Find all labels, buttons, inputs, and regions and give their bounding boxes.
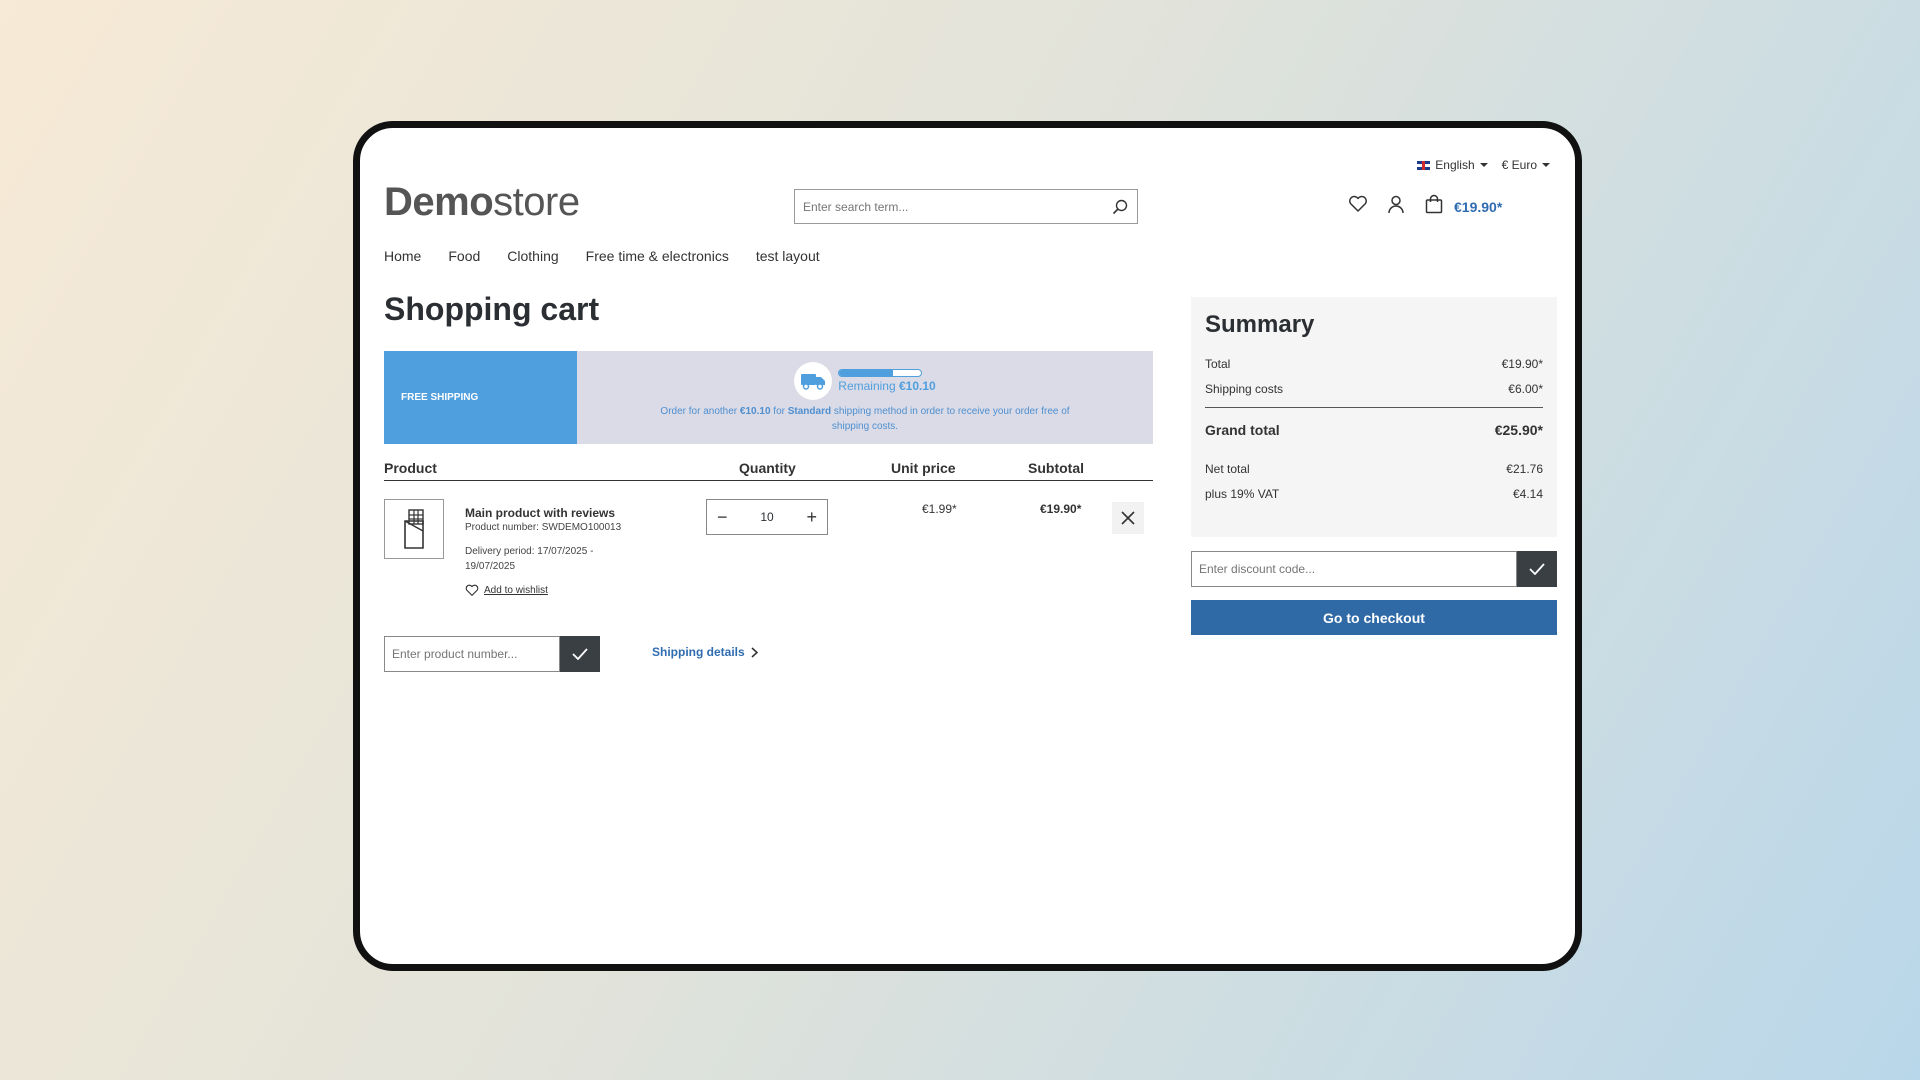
free-shipping-banner: FREE SHIPPING Remaining €10.10 Order for… [384, 351, 1153, 444]
search-button[interactable] [1103, 199, 1137, 215]
store-page: English € Euro Demostore €19.90* Home Fo… [360, 128, 1575, 964]
quantity-stepper: − 10 + [706, 499, 828, 535]
col-subtotal: Subtotal [1028, 460, 1084, 476]
col-product: Product [384, 460, 437, 476]
nav-item-food[interactable]: Food [448, 248, 480, 264]
increase-quantity-button[interactable]: + [806, 507, 817, 528]
summary-row-total: Total €19.90* [1205, 351, 1543, 376]
shipping-progress-fill [839, 369, 894, 376]
add-product-button[interactable] [560, 636, 600, 672]
heart-icon [1349, 195, 1367, 212]
summary-divider [1205, 407, 1543, 408]
desc-part-2: for [773, 405, 785, 417]
cart-total[interactable]: €19.90* [1454, 199, 1502, 215]
remaining-amount: €10.10 [899, 378, 936, 393]
remove-item-button[interactable] [1112, 502, 1144, 534]
discount-code-field [1191, 551, 1517, 587]
currency-dropdown[interactable]: € Euro [1502, 158, 1550, 172]
add-to-wishlist-link[interactable]: Add to wishlist [465, 584, 548, 597]
summary-title: Summary [1205, 311, 1315, 338]
summary-value: €25.90* [1494, 422, 1543, 438]
nav-item-home[interactable]: Home [384, 248, 421, 264]
language-dropdown[interactable]: English [1417, 158, 1488, 172]
order-summary: Summary Total €19.90* Shipping costs €6.00… [1191, 297, 1557, 537]
col-unit-price: Unit price [891, 460, 956, 476]
nav-item-clothing[interactable]: Clothing [507, 248, 558, 264]
language-label: English [1435, 158, 1475, 172]
logo-light: store [493, 180, 580, 224]
user-icon [1388, 195, 1404, 214]
apply-discount-button[interactable] [1517, 551, 1557, 587]
discount-code-input[interactable] [1192, 561, 1516, 577]
account-button[interactable] [1386, 194, 1406, 219]
product-number-field [384, 636, 560, 672]
uk-flag-icon [1417, 160, 1431, 170]
free-shipping-label: FREE SHIPPING [384, 351, 577, 444]
delivery-period: Delivery period: 17/07/2025 - 19/07/2025 [465, 546, 594, 572]
line-subtotal: €19.90* [1040, 502, 1082, 516]
close-icon [1121, 511, 1135, 525]
quantity-value[interactable]: 10 [760, 510, 773, 524]
summary-label: plus 19% VAT [1205, 486, 1280, 501]
desc-method: Standard [787, 405, 832, 417]
summary-row-grand-total: Grand total €25.90* [1205, 416, 1543, 444]
search-input[interactable] [795, 198, 1103, 215]
logo-bold: Demo [384, 180, 494, 224]
wishlist-button[interactable] [1348, 195, 1368, 218]
search-box [794, 189, 1138, 224]
desc-part-3: shipping method in order to receive your… [831, 405, 1070, 432]
summary-value: €19.90* [1501, 356, 1543, 371]
col-quantity: Quantity [739, 460, 796, 476]
checkmark-icon [1529, 563, 1545, 575]
nav-item-free-time-electronics[interactable]: Free time & electronics [586, 248, 729, 264]
checkmark-icon [572, 648, 588, 660]
truck-icon [794, 361, 833, 400]
desc-amount: €10.10 [739, 405, 771, 417]
caret-down-icon [1542, 163, 1550, 167]
currency-label: € Euro [1501, 158, 1537, 172]
remaining-text: Remaining €10.10 [838, 379, 935, 393]
product-image[interactable] [384, 499, 444, 559]
summary-row-vat: plus 19% VAT €4.14 [1205, 481, 1543, 506]
decrease-quantity-button[interactable]: − [717, 507, 728, 528]
main-nav: Home Food Clothing Free time & electroni… [384, 248, 820, 264]
summary-label: Grand total [1205, 422, 1280, 438]
product-number-input[interactable] [385, 646, 559, 662]
product-name[interactable]: Main product with reviews [465, 506, 615, 520]
shipping-details-link[interactable]: Shipping details [652, 645, 758, 659]
summary-row-shipping: Shipping costs €6.00* [1205, 376, 1543, 401]
summary-label: Total [1205, 356, 1231, 371]
summary-label: Shipping costs [1205, 381, 1284, 396]
shopping-bag-icon [1425, 194, 1443, 214]
shipping-description: Order for another €10.10 for Standard sh… [655, 404, 1075, 434]
checkout-button[interactable]: Go to checkout [1191, 600, 1557, 635]
nav-item-test-layout[interactable]: test layout [756, 248, 820, 264]
remaining-prefix: Remaining [838, 378, 896, 393]
shipping-details-label: Shipping details [652, 645, 745, 659]
cart-button[interactable] [1424, 194, 1444, 219]
tablet-frame: English € Euro Demostore €19.90* Home Fo… [353, 121, 1582, 971]
product-number: Product number: SWDEMO100013 [465, 522, 622, 533]
heart-icon [465, 584, 479, 596]
wishlist-label: Add to wishlist [484, 585, 548, 596]
unit-price: €1.99* [922, 502, 957, 516]
summary-label: Net total [1205, 461, 1250, 476]
summary-row-net: Net total €21.76 [1205, 456, 1543, 481]
free-shipping-progress-area: Remaining €10.10 Order for another €10.1… [577, 351, 1153, 444]
chevron-right-icon [751, 646, 758, 658]
caret-down-icon [1479, 163, 1488, 167]
desc-part-1: Order for another [660, 405, 738, 417]
top-bar: English € Euro [1417, 158, 1550, 172]
cart-table-header: Product Quantity Unit price Subtotal [384, 456, 1153, 481]
summary-value: €21.76 [1506, 461, 1543, 476]
search-icon [1112, 199, 1128, 214]
header-actions: €19.90* [1348, 194, 1502, 219]
summary-value: €6.00* [1508, 381, 1543, 396]
product-package-icon [404, 509, 424, 549]
store-logo[interactable]: Demostore [384, 180, 580, 225]
summary-value: €4.14 [1512, 486, 1543, 501]
page-title: Shopping cart [384, 291, 600, 327]
shipping-progress-bar [838, 368, 923, 377]
